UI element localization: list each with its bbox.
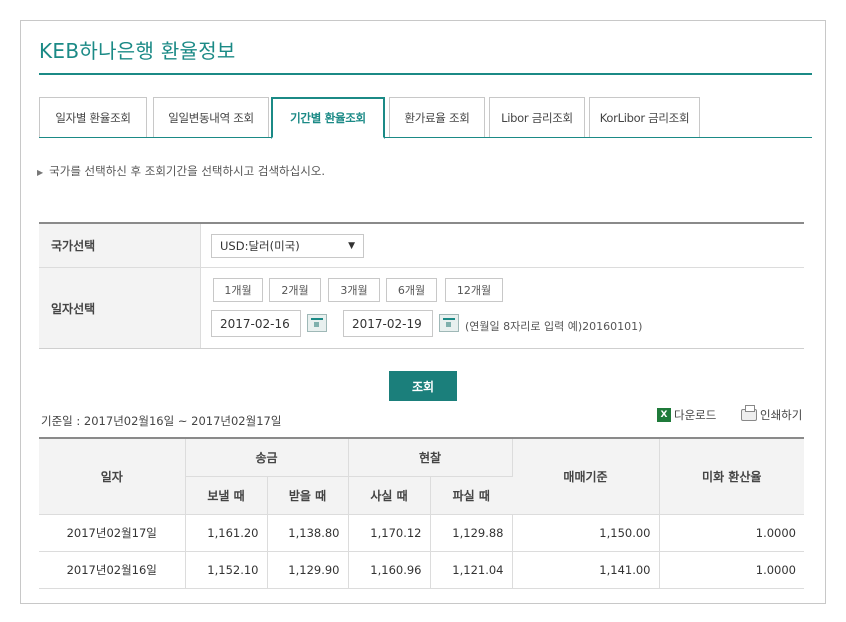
cell-date: 2017년02월16일 xyxy=(39,551,186,589)
start-date-input[interactable]: 2017-02-16 xyxy=(211,310,301,337)
country-label: 국가선택 xyxy=(39,224,201,267)
search-form: 국가선택 일자선택 USD:달러(미국) ▼ 1개월 2개월 3개월 6개월 1… xyxy=(39,222,804,349)
tab-bar: 일자별 환율조회 일일변동내역 조회 기간별 환율조회 환가료율 조회 Libo… xyxy=(39,97,812,139)
bullet-icon: ▶ xyxy=(37,168,44,177)
print-button[interactable]: 인쇄하기 xyxy=(741,405,803,423)
header-receive: 받을 때 xyxy=(267,476,349,515)
header-buy: 사실 때 xyxy=(348,476,431,515)
cell-usd: 1.0000 xyxy=(659,514,804,552)
cell-sell: 1,129.88 xyxy=(430,514,513,552)
excel-icon: X xyxy=(657,408,671,422)
page-title: KEB하나은행 환율정보 xyxy=(39,39,236,63)
tab-daily-change[interactable]: 일일변동내역 조회 xyxy=(153,97,269,137)
search-button[interactable]: 조회 xyxy=(389,371,457,401)
period-12m-button[interactable]: 12개월 xyxy=(445,278,503,302)
cell-sell: 1,121.04 xyxy=(430,551,513,589)
basis-date-text: 기준일 : 2017년02월16일 ~ 2017년02월17일 xyxy=(41,414,282,428)
cell-usd: 1.0000 xyxy=(659,551,804,589)
date-label: 일자선택 xyxy=(39,268,201,348)
period-2m-button[interactable]: 2개월 xyxy=(269,278,321,302)
download-label: 다운로드 xyxy=(674,408,717,422)
header-transfer: 송금 xyxy=(185,437,349,477)
country-select-value: USD:달러(미국) xyxy=(220,239,300,253)
rates-table: 일자 송금 현찰 매매기준 미화 환산율 보낼 때 받을 때 사실 때 파실 때… xyxy=(39,437,804,589)
title-divider xyxy=(39,73,812,75)
cell-receive: 1,129.90 xyxy=(267,551,349,589)
cell-date: 2017년02월17일 xyxy=(39,514,186,552)
tab-libor[interactable]: Libor 금리조회 xyxy=(489,97,585,137)
header-date: 일자 xyxy=(39,437,186,515)
notice-text: ▶ 국가를 선택하신 후 조회기간을 선택하시고 검색하십시오. xyxy=(37,164,326,178)
period-6m-button[interactable]: 6개월 xyxy=(386,278,437,302)
header-base-rate: 매매기준 xyxy=(512,437,660,515)
period-1m-button[interactable]: 1개월 xyxy=(213,278,263,302)
download-button[interactable]: X 다운로드 xyxy=(657,407,716,423)
header-send: 보낼 때 xyxy=(185,476,268,515)
header-cash: 현찰 xyxy=(348,437,513,477)
page-frame: KEB하나은행 환율정보 일자별 환율조회 일일변동내역 조회 기간별 환율조회… xyxy=(20,20,826,604)
cell-buy: 1,170.12 xyxy=(348,514,431,552)
header-usd-rate: 미화 환산율 xyxy=(659,437,804,515)
cell-buy: 1,160.96 xyxy=(348,551,431,589)
tab-korlibor[interactable]: KorLibor 금리조회 xyxy=(589,97,700,137)
cell-send: 1,152.10 xyxy=(185,551,268,589)
table-row: 2017년02월16일 1,152.10 1,129.90 1,160.96 1… xyxy=(39,551,804,589)
tab-period-rate[interactable]: 기간별 환율조회 xyxy=(271,97,385,139)
cell-base: 1,150.00 xyxy=(512,514,660,552)
cell-send: 1,161.20 xyxy=(185,514,268,552)
cell-receive: 1,138.80 xyxy=(267,514,349,552)
tab-daily-rate[interactable]: 일자별 환율조회 xyxy=(39,97,147,137)
tab-exchange-commission[interactable]: 환가료율 조회 xyxy=(389,97,485,137)
header-sell: 파실 때 xyxy=(430,476,512,515)
calendar-icon[interactable] xyxy=(439,314,459,332)
caret-down-icon: ▼ xyxy=(348,241,355,251)
period-3m-button[interactable]: 3개월 xyxy=(328,278,380,302)
end-date-input[interactable]: 2017-02-19 xyxy=(343,310,433,337)
table-row: 2017년02월17일 1,161.20 1,138.80 1,170.12 1… xyxy=(39,514,804,552)
calendar-icon[interactable] xyxy=(307,314,327,332)
country-select[interactable]: USD:달러(미국) ▼ xyxy=(211,234,364,258)
print-label: 인쇄하기 xyxy=(760,408,803,422)
printer-icon xyxy=(741,405,757,421)
cell-base: 1,141.00 xyxy=(512,551,660,589)
date-format-hint: (연월일 8자리로 입력 예)20160101) xyxy=(465,320,643,333)
